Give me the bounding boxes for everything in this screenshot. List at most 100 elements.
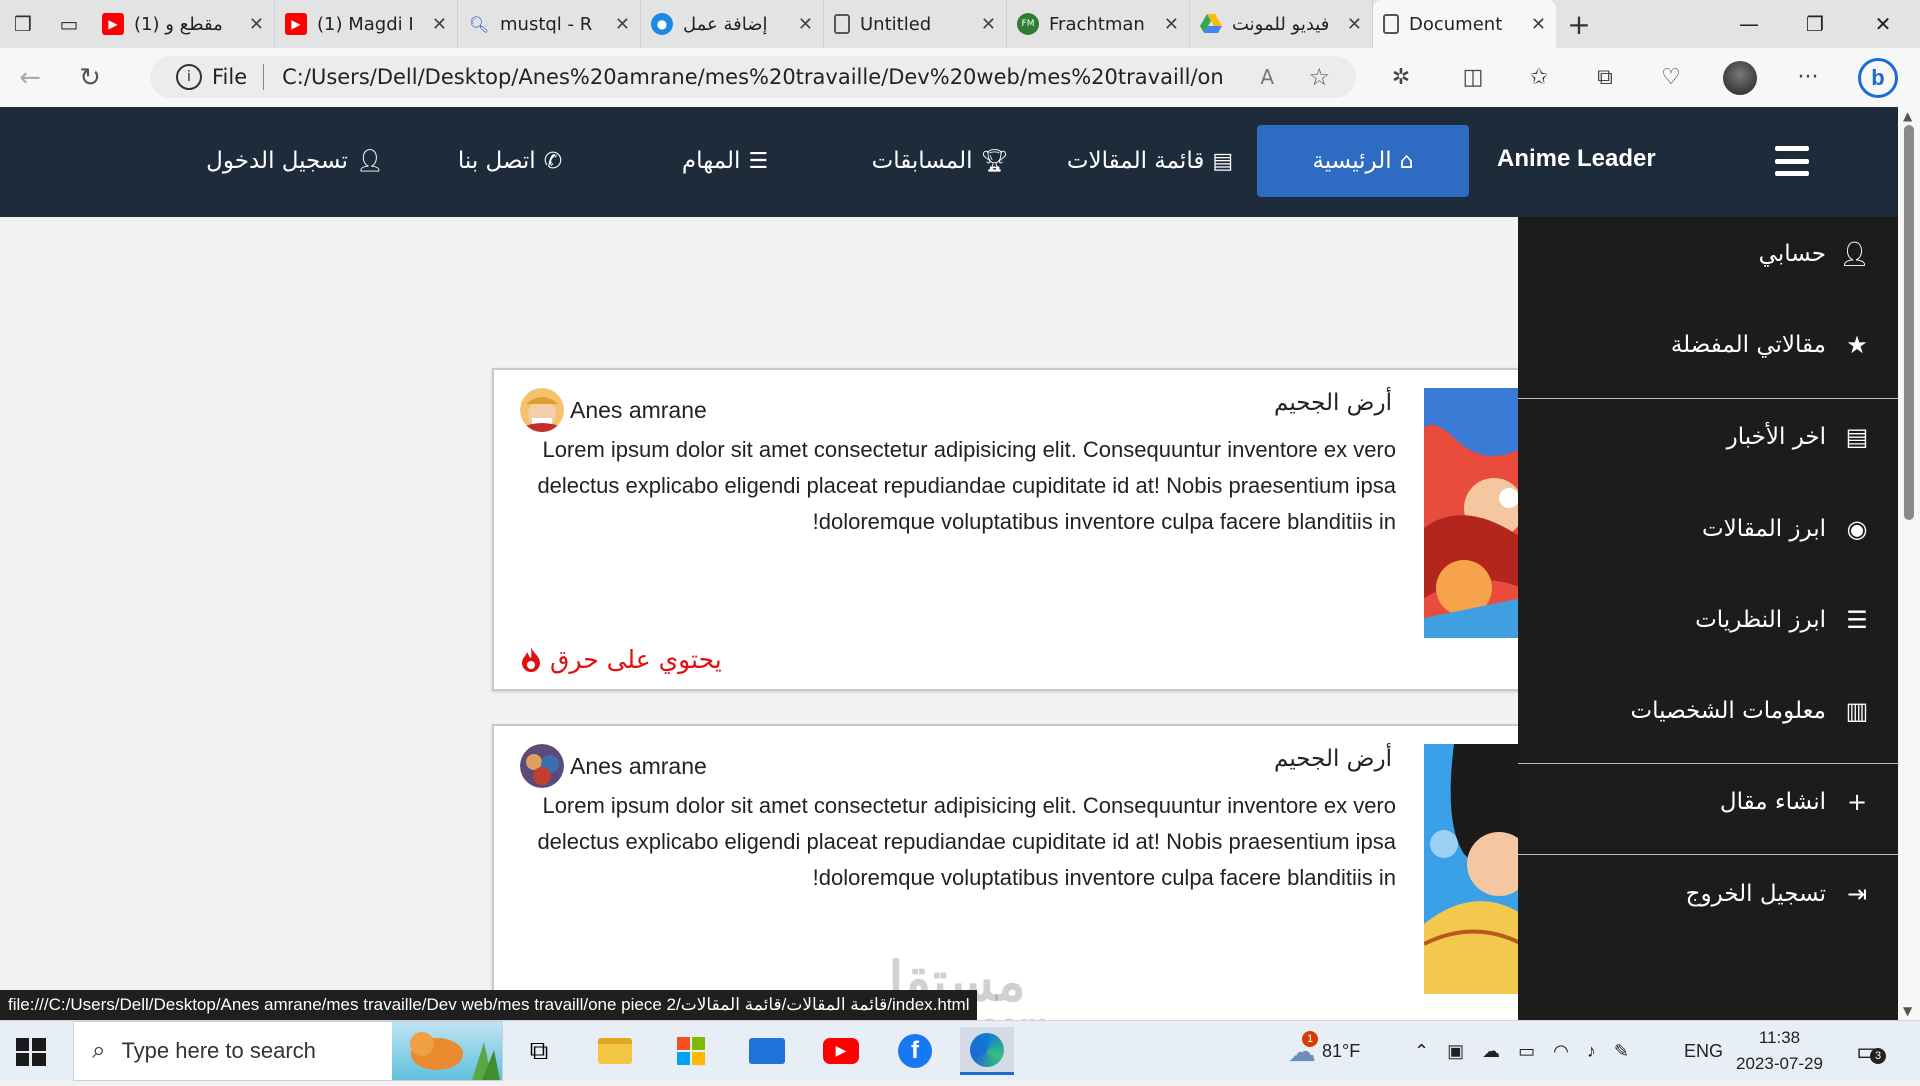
facebook-icon[interactable]: f <box>888 1027 942 1075</box>
clock[interactable]: 11:38 2023-07-29 <box>1736 1021 1823 1081</box>
extensions-icon[interactable]: ✲ <box>1373 48 1429 107</box>
browser-tab[interactable]: 🔍︎ mustql - R ✕ <box>458 0 641 48</box>
read-aloud-icon[interactable]: A <box>1260 65 1274 89</box>
notification-icon: ▭ 3 <box>1856 1036 1886 1067</box>
site-brand[interactable]: Anime Leader <box>1497 145 1656 173</box>
system-tray-icons: ⌃ ▣ ☁ ▭ ◠ ♪ ✎ <box>1414 1021 1629 1081</box>
scroll-down-icon[interactable]: ▼ <box>1903 1004 1912 1018</box>
address-text[interactable]: C:/Users/Dell/Desktop/Anes%20amrane/mes%… <box>282 65 1222 89</box>
close-tab-icon[interactable]: ✕ <box>798 14 813 35</box>
close-tab-icon[interactable]: ✕ <box>1531 14 1546 35</box>
minimize-button[interactable]: — <box>1716 0 1782 48</box>
menu-label: حسابي <box>1758 241 1826 267</box>
back-button[interactable]: ← <box>0 48 60 107</box>
menu-item-characters[interactable]: ▥ معلومات الشخصيات <box>1630 681 1870 741</box>
collections-icon[interactable]: ⧉ <box>1577 48 1633 107</box>
article-title[interactable]: أرض الجحيم <box>1274 746 1392 772</box>
windows-start-icon[interactable] <box>14 1035 48 1069</box>
circle-icon: ● <box>651 13 673 35</box>
article-card[interactable]: Anes amrane أرض الجحيم Lorem ipsum dolor… <box>492 368 1522 691</box>
browser-tab[interactable]: فيديو للمونت ✕ <box>1190 0 1373 48</box>
nav-label: المسابقات <box>871 148 973 174</box>
article-author[interactable]: Anes amrane <box>520 744 707 788</box>
device-icon[interactable]: ▣ <box>1447 1041 1464 1062</box>
menu-item-logout[interactable]: ⇥ تسجيل الخروج <box>1686 864 1870 924</box>
wifi-icon[interactable]: ◠ <box>1553 1041 1569 1062</box>
language-indicator[interactable]: ENG <box>1684 1021 1723 1081</box>
workspaces-icon[interactable]: ❒ <box>0 0 46 48</box>
close-window-button[interactable]: ✕ <box>1850 0 1916 48</box>
article-title[interactable]: أرض الجحيم <box>1274 390 1392 416</box>
notification-center[interactable]: ▭ 3 <box>1856 1021 1886 1081</box>
favorites-icon[interactable]: ✩ <box>1511 48 1567 107</box>
page-scrollbar[interactable]: ▲ ▼ <box>1898 107 1920 1020</box>
browser-tab[interactable]: ▶ (1) Magdi I ✕ <box>275 0 458 48</box>
author-name: Anes amrane <box>570 396 707 423</box>
refresh-button[interactable]: ↻ <box>60 48 120 107</box>
nav-item-login[interactable]: 👤︎ تسجيل الدخول <box>205 125 385 197</box>
article-author[interactable]: Anes amrane <box>520 388 707 432</box>
chevron-up-icon[interactable]: ⌃ <box>1414 1041 1429 1062</box>
menu-item-top-articles[interactable]: ◉ ابرز المقالات <box>1702 499 1870 559</box>
menu-toggle-icon[interactable] <box>1775 146 1809 176</box>
menu-item-account[interactable]: 👤︎ حسابي <box>1759 224 1870 284</box>
file-explorer-icon[interactable] <box>588 1027 642 1075</box>
restore-button[interactable]: ❐ <box>1782 0 1848 48</box>
close-tab-icon[interactable]: ✕ <box>615 14 630 35</box>
more-options-icon[interactable]: ··· <box>1780 48 1836 107</box>
performance-icon[interactable]: ♡ <box>1643 48 1699 107</box>
close-tab-icon[interactable]: ✕ <box>249 14 264 35</box>
tab-actions-icon[interactable]: ▭ <box>46 0 92 48</box>
language-text: ENG <box>1684 1040 1724 1061</box>
volume-icon[interactable]: ♪ <box>1587 1041 1596 1062</box>
mail-icon[interactable] <box>740 1027 794 1075</box>
close-tab-icon[interactable]: ✕ <box>432 14 447 35</box>
browser-tab-active[interactable]: Document ✕ <box>1373 0 1556 48</box>
address-separator <box>263 64 265 90</box>
tab-title: (1) Magdi I <box>317 13 414 35</box>
close-tab-icon[interactable]: ✕ <box>981 14 996 35</box>
article-thumbnail[interactable] <box>1424 744 1522 994</box>
onedrive-icon[interactable]: ☁ <box>1482 1041 1500 1062</box>
scroll-up-icon[interactable]: ▲ <box>1903 109 1912 123</box>
book-icon: ▥ <box>1845 697 1869 725</box>
profile-avatar[interactable] <box>1712 48 1768 107</box>
nav-item-contests[interactable]: 🏆︎ المسابقات <box>860 125 1020 197</box>
menu-item-favorites[interactable]: ★ مقالاتي المفضلة <box>1671 315 1870 375</box>
favorite-star-icon[interactable]: ☆ <box>1308 63 1330 91</box>
task-view-icon[interactable]: ⧉ <box>512 1027 566 1075</box>
info-icon[interactable]: i <box>176 64 202 90</box>
browser-tab[interactable]: ● إضافة عمل ✕ <box>641 0 824 48</box>
menu-item-news[interactable]: ▤ اخر الأخبار <box>1727 407 1870 467</box>
tab-title: (1) مقطع و <box>134 13 223 35</box>
taskbar-search[interactable]: ⌕ Type here to search <box>73 1021 503 1081</box>
tab-strip: ❒ ▭ ▶ (1) مقطع و ✕ ▶ (1) Magdi I ✕ 🔍︎ mu… <box>0 0 1920 48</box>
nav-item-contact[interactable]: ✆ اتصل بنا <box>450 125 570 197</box>
nav-item-tasks[interactable]: ☰ المهام <box>660 125 790 197</box>
site-icon: FM <box>1017 13 1039 35</box>
site-navbar: Anime Leader ⌂ الرئيسية ▤ قائمة المقالات… <box>0 107 1898 217</box>
youtube-icon[interactable]: ▶ <box>814 1027 868 1075</box>
browser-tab[interactable]: Untitled ✕ <box>824 0 1007 48</box>
nav-item-articles[interactable]: ▤ قائمة المقالات <box>1055 125 1245 197</box>
menu-divider <box>1518 398 1898 399</box>
article-thumbnail[interactable] <box>1424 388 1522 638</box>
bing-icon[interactable]: b <box>1850 48 1906 107</box>
menu-item-theories[interactable]: ☰ ابرز النظريات <box>1695 590 1870 650</box>
menu-item-create-article[interactable]: + انشاء مقال <box>1720 772 1870 832</box>
edge-icon[interactable] <box>960 1027 1014 1075</box>
split-screen-icon[interactable]: ◫ <box>1445 48 1501 107</box>
close-tab-icon[interactable]: ✕ <box>1164 14 1179 35</box>
new-tab-button[interactable]: + <box>1556 8 1602 41</box>
battery-icon[interactable]: ▭ <box>1518 1041 1535 1062</box>
pen-icon[interactable]: ✎ <box>1614 1041 1629 1062</box>
nav-label: المهام <box>681 148 741 174</box>
close-tab-icon[interactable]: ✕ <box>1347 14 1362 35</box>
scrollbar-thumb[interactable] <box>1904 125 1914 520</box>
store-icon[interactable] <box>664 1027 718 1075</box>
browser-tab[interactable]: FM Frachtman ✕ <box>1007 0 1190 48</box>
nav-item-home[interactable]: ⌂ الرئيسية <box>1257 125 1469 197</box>
browser-tab[interactable]: ▶ (1) مقطع و ✕ <box>92 0 275 48</box>
weather-widget[interactable]: ☁ 1 81°F <box>1288 1021 1360 1081</box>
address-bar[interactable]: i File C:/Users/Dell/Desktop/Anes%20amra… <box>150 56 1356 98</box>
